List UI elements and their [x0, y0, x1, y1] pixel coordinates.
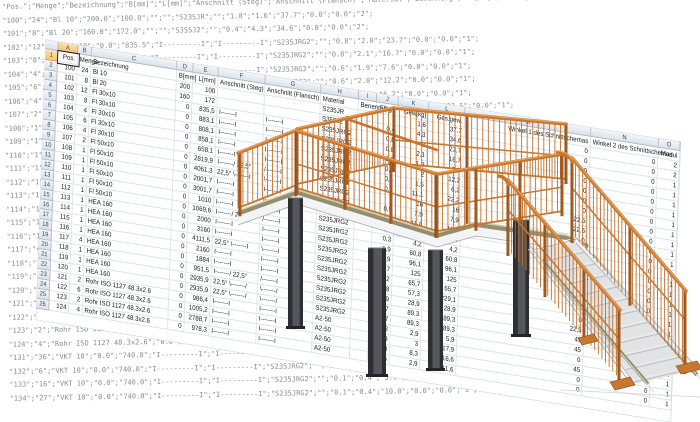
model-part — [286, 326, 305, 329]
cad-bom-screen: { "backdrop": { "lines": [ "\"Pos.\";\"M… — [0, 0, 700, 400]
model-part — [610, 377, 635, 390]
model-part — [426, 368, 445, 371]
model-part — [394, 140, 566, 156]
model-part — [437, 187, 563, 207]
model-part — [511, 334, 531, 337]
model-part — [382, 248, 386, 374]
model-part — [440, 250, 443, 368]
model-part — [288, 198, 293, 326]
model-part — [560, 390, 700, 397]
model-part — [347, 119, 437, 150]
model-part — [394, 108, 566, 124]
model-part — [300, 198, 303, 326]
model-part — [368, 248, 373, 374]
model-part — [532, 242, 695, 384]
model-part — [366, 374, 388, 377]
model-part — [394, 107, 566, 123]
3d-model-viewport[interactable] — [0, 0, 700, 400]
model-part — [428, 250, 433, 368]
